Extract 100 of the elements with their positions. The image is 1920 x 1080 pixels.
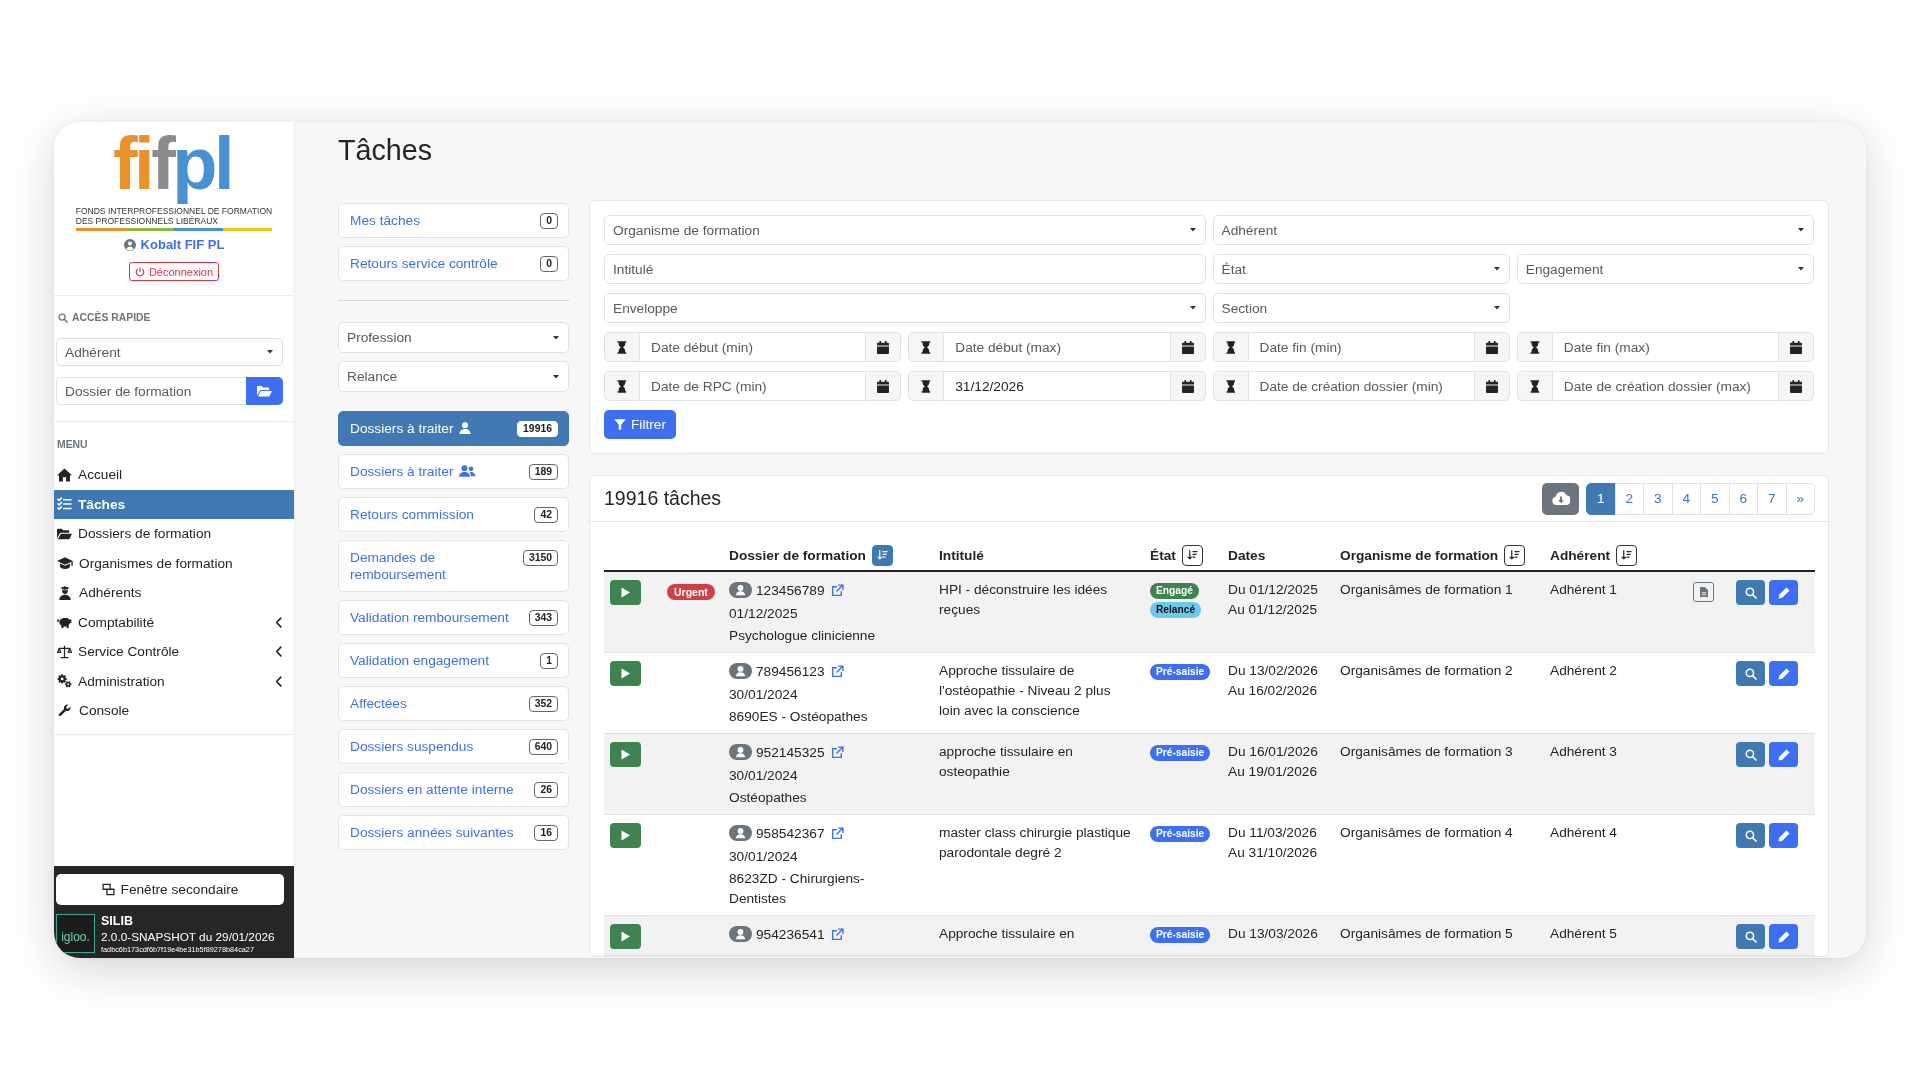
calendar-button[interactable] bbox=[865, 332, 902, 362]
hourglass-icon bbox=[921, 379, 932, 393]
start-button[interactable] bbox=[610, 742, 641, 767]
task-list-item[interactable]: Dossiers à traiter 189 bbox=[338, 454, 569, 489]
task-list-item[interactable]: Demandes de remboursement 3150 bbox=[338, 540, 569, 592]
dossier-search-field[interactable]: Dossier de formation bbox=[56, 377, 246, 405]
dropdown[interactable]: Profession bbox=[338, 322, 569, 353]
dropdown[interactable]: État bbox=[1212, 254, 1510, 284]
play-icon bbox=[620, 931, 631, 942]
view-button[interactable] bbox=[1736, 661, 1765, 686]
view-button[interactable] bbox=[1736, 924, 1765, 949]
menu-item[interactable]: Service Contrôle bbox=[54, 637, 294, 667]
user-link[interactable]: Kobalt FIF PL bbox=[123, 237, 225, 253]
dropdown[interactable]: Adhérent bbox=[56, 338, 283, 366]
task-list-item[interactable]: Validation engagement 1 bbox=[338, 643, 569, 678]
power-icon bbox=[134, 266, 145, 277]
date-field[interactable]: Date de création dossier (max) bbox=[1552, 371, 1778, 401]
page-link[interactable]: 7 bbox=[1757, 482, 1787, 515]
date-field[interactable]: Date début (min) bbox=[640, 332, 866, 362]
start-button[interactable] bbox=[610, 823, 641, 848]
dropdown[interactable]: Section bbox=[1212, 293, 1510, 323]
external-link-icon[interactable] bbox=[830, 745, 844, 759]
count-badge: 343 bbox=[528, 610, 558, 626]
task-list-item[interactable]: Retours service contrôle 0 bbox=[338, 246, 569, 281]
view-button[interactable] bbox=[1736, 580, 1765, 605]
period-date: Au 31/10/2026 bbox=[1228, 844, 1318, 862]
filter-button[interactable]: Filtrer bbox=[604, 410, 676, 439]
dossier-number: 954236541 bbox=[756, 926, 825, 942]
sort-button[interactable] bbox=[1616, 544, 1638, 566]
download-button[interactable] bbox=[1542, 482, 1579, 515]
menu-item[interactable]: Organismes de formation bbox=[54, 548, 294, 578]
count-badge: 16 bbox=[534, 825, 558, 841]
menu-item[interactable]: Console bbox=[54, 696, 294, 726]
task-list-item[interactable]: Mes tâches 0 bbox=[338, 203, 569, 238]
text-field[interactable]: Intitulé bbox=[604, 254, 1206, 284]
task-list-item[interactable]: Retours commission 42 bbox=[338, 497, 569, 532]
external-link-icon[interactable] bbox=[830, 583, 844, 597]
edit-button[interactable] bbox=[1769, 661, 1798, 686]
hourglass-icon bbox=[1529, 379, 1540, 393]
period-date: Au 01/12/2025 bbox=[1228, 601, 1318, 619]
calendar-button[interactable] bbox=[1169, 332, 1206, 362]
dropdown[interactable]: Engagement bbox=[1516, 254, 1814, 284]
edit-button[interactable] bbox=[1769, 924, 1798, 949]
page-link[interactable]: 6 bbox=[1728, 482, 1758, 515]
dossier-date: 01/12/2025 bbox=[729, 605, 798, 623]
calendar-button[interactable] bbox=[1778, 332, 1814, 362]
dropdown[interactable]: Adhérent bbox=[1212, 215, 1814, 245]
task-list-item[interactable]: Dossiers années suivantes 16 bbox=[338, 815, 569, 850]
task-list-item[interactable]: Dossiers à traiter 19916 bbox=[338, 411, 569, 446]
dropdown[interactable]: Organisme de formation bbox=[604, 215, 1206, 245]
calendar-button[interactable] bbox=[1778, 371, 1814, 401]
edit-button[interactable] bbox=[1769, 742, 1798, 767]
sort-button[interactable] bbox=[1181, 544, 1203, 566]
search-icon bbox=[58, 313, 68, 323]
menu-item[interactable]: Accueil bbox=[54, 460, 294, 490]
menu-item[interactable]: Dossiers de formation bbox=[54, 519, 294, 549]
page-link[interactable]: 3 bbox=[1643, 482, 1673, 515]
secondary-window-button[interactable]: Fenêtre secondaire bbox=[56, 874, 284, 905]
date-field[interactable]: Date fin (min) bbox=[1248, 332, 1474, 362]
date-field[interactable]: Date de RPC (min) bbox=[640, 371, 866, 401]
page-link[interactable]: 5 bbox=[1700, 482, 1730, 515]
start-button[interactable] bbox=[610, 580, 641, 605]
task-list-item[interactable]: Dossiers en attente interne 26 bbox=[338, 772, 569, 807]
task-list-item[interactable]: Dossiers suspendus 640 bbox=[338, 729, 569, 764]
page-link[interactable]: 2 bbox=[1614, 482, 1644, 515]
sort-button[interactable] bbox=[1504, 544, 1526, 566]
start-button[interactable] bbox=[610, 661, 641, 686]
external-link-icon[interactable] bbox=[830, 826, 844, 840]
dropdown[interactable]: Enveloppe bbox=[604, 293, 1206, 323]
external-link-icon[interactable] bbox=[830, 664, 844, 678]
calendar-button[interactable] bbox=[1473, 371, 1510, 401]
task-list-item[interactable]: Affectées 352 bbox=[338, 686, 569, 721]
start-button[interactable] bbox=[610, 924, 641, 949]
caret-icon bbox=[553, 374, 559, 379]
date-field[interactable]: 31/12/2026 bbox=[944, 371, 1170, 401]
menu-item[interactable]: Adhérents bbox=[54, 578, 294, 608]
calendar-button[interactable] bbox=[1473, 332, 1510, 362]
open-button[interactable] bbox=[246, 377, 283, 405]
date-field[interactable]: Date de création dossier (min) bbox=[1248, 371, 1474, 401]
date-field[interactable]: Date fin (max) bbox=[1552, 332, 1778, 362]
edit-button[interactable] bbox=[1769, 580, 1798, 605]
next-page-link[interactable]: » bbox=[1785, 482, 1815, 515]
page-link[interactable]: 4 bbox=[1671, 482, 1701, 515]
page-link[interactable]: 1 bbox=[1586, 482, 1616, 515]
task-list-item[interactable]: Validation remboursement 343 bbox=[338, 600, 569, 635]
edit-button[interactable] bbox=[1769, 823, 1798, 848]
sort-icon bbox=[1621, 550, 1633, 560]
date-field[interactable]: Date début (max) bbox=[944, 332, 1170, 362]
external-link-icon[interactable] bbox=[830, 927, 844, 941]
view-button[interactable] bbox=[1736, 823, 1765, 848]
dropdown[interactable]: Relance bbox=[338, 361, 569, 392]
menu-item[interactable]: Tâches bbox=[54, 489, 294, 519]
checklist-icon bbox=[57, 497, 72, 512]
calendar-button[interactable] bbox=[865, 371, 902, 401]
document-button[interactable] bbox=[1693, 582, 1714, 602]
menu-item[interactable]: Administration bbox=[54, 666, 294, 696]
calendar-button[interactable] bbox=[1169, 371, 1206, 401]
menu-item[interactable]: Comptabilité bbox=[54, 607, 294, 637]
view-button[interactable] bbox=[1736, 742, 1765, 767]
logout-button[interactable]: Déconnexion bbox=[128, 262, 220, 281]
